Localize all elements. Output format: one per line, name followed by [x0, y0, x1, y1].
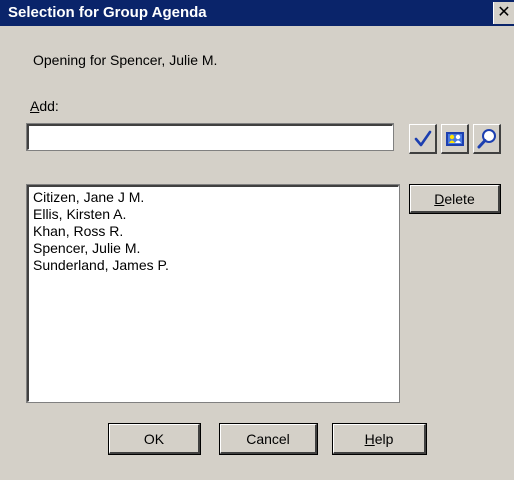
add-label: Add:	[30, 98, 59, 114]
add-label-mnemonic: A	[30, 98, 40, 114]
attendee-list[interactable]: Citizen, Jane J M. Ellis, Kirsten A. Kha…	[26, 184, 400, 403]
address-book-icon	[445, 131, 464, 146]
list-item[interactable]: Khan, Ross R.	[33, 223, 398, 240]
list-item[interactable]: Ellis, Kirsten A.	[33, 206, 398, 223]
cancel-label: Cancel	[246, 430, 290, 447]
list-item[interactable]: Citizen, Jane J M.	[33, 189, 398, 206]
title-bar: Selection for Group Agenda ✕	[0, 0, 514, 26]
delete-label-rest: elete	[444, 190, 475, 207]
address-book-button[interactable]	[441, 124, 469, 154]
help-label-rest: elp	[374, 430, 394, 447]
checkmark-icon	[414, 130, 431, 146]
ok-label: OK	[143, 430, 165, 447]
search-icon	[477, 128, 496, 148]
delete-button[interactable]: Delete	[409, 184, 501, 214]
list-item[interactable]: Sunderland, James P.	[33, 257, 398, 274]
close-button[interactable]: ✕	[493, 2, 514, 24]
close-icon: ✕	[497, 4, 511, 21]
search-button[interactable]	[473, 124, 501, 154]
help-button[interactable]: Help	[332, 423, 427, 455]
confirm-add-button[interactable]	[409, 124, 437, 154]
help-mnemonic: H	[364, 430, 375, 447]
cancel-button[interactable]: Cancel	[219, 423, 318, 455]
add-label-rest: dd:	[39, 98, 59, 114]
window-title: Selection for Group Agenda	[8, 4, 207, 21]
list-item[interactable]: Spencer, Julie M.	[33, 240, 398, 257]
opening-label: Opening for Spencer, Julie M.	[33, 52, 218, 68]
delete-mnemonic: D	[434, 190, 445, 207]
add-input[interactable]	[26, 123, 394, 151]
ok-button[interactable]: OK	[108, 423, 201, 455]
